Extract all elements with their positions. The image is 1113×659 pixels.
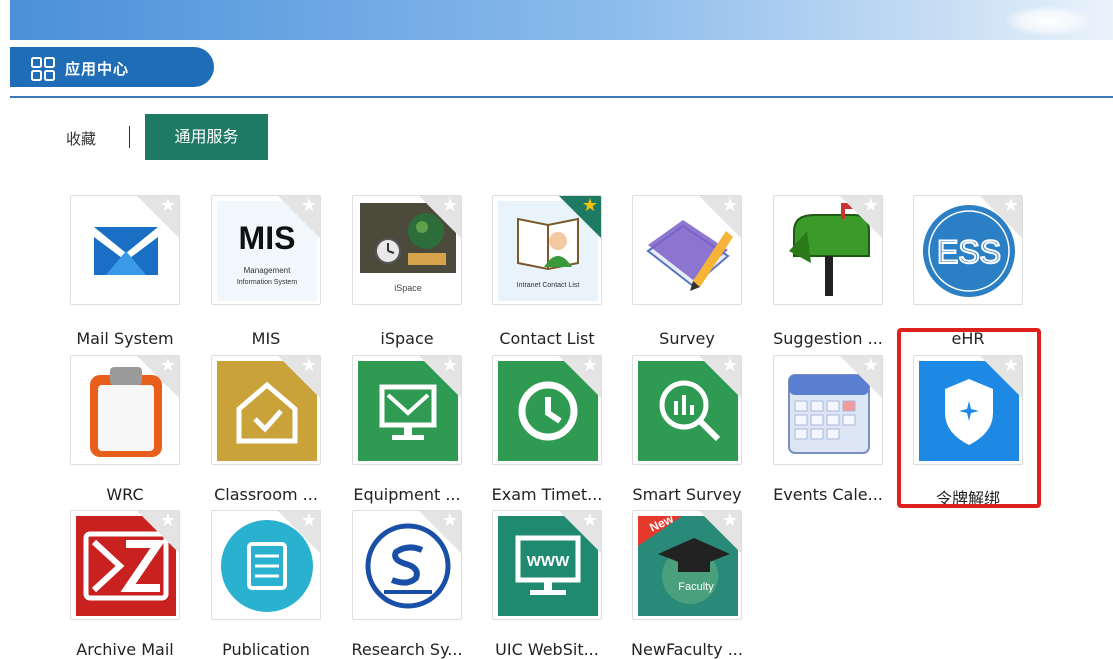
app-card: Intranet Contact List ★ [492, 195, 602, 305]
app-card: ★ [211, 510, 321, 620]
app-card: ★ [70, 355, 180, 465]
svg-text:Intranet Contact List: Intranet Contact List [517, 282, 580, 289]
star-icon[interactable]: ★ [722, 356, 738, 376]
app-tile[interactable]: MIS Management Information System ★ MIS [211, 195, 321, 348]
app-card: Faculty New ★ [632, 510, 742, 620]
app-card: iSpace ★ [352, 195, 462, 305]
app-tile[interactable]: ★ Classroom ... [211, 355, 321, 504]
star-icon[interactable]: ★ [160, 511, 176, 531]
app-card: ★ [492, 355, 602, 465]
tab-favorites[interactable]: 收藏 [66, 128, 96, 149]
app-tile[interactable]: ★ WRC [70, 355, 180, 504]
star-icon[interactable]: ★ [442, 511, 458, 531]
app-tile[interactable]: Faculty New ★ NewFaculty ... [631, 510, 743, 659]
star-icon[interactable]: ★ [301, 511, 317, 531]
star-icon[interactable]: ★ [582, 511, 598, 531]
svg-text:Management: Management [244, 266, 291, 275]
app-card: ★ [632, 195, 742, 305]
cloud-decoration [1003, 6, 1093, 36]
tab-divider [129, 126, 130, 148]
star-icon[interactable]: ★ [722, 196, 738, 216]
app-tile[interactable]: ★ Suggestion ... [773, 195, 883, 348]
app-card: ★ [352, 510, 462, 620]
app-label: NewFaculty ... [631, 640, 743, 659]
grid-icon [31, 57, 55, 81]
star-icon[interactable]: ★ [442, 196, 458, 216]
app-card: ★ [352, 355, 462, 465]
star-icon[interactable]: ★ [582, 196, 598, 216]
app-tile[interactable]: iSpace ★ iSpace [352, 195, 462, 348]
top-banner [10, 0, 1113, 40]
app-tile[interactable]: ★ Exam Timet... [492, 355, 602, 504]
app-tile[interactable]: Intranet Contact List ★ Contact List [492, 195, 602, 348]
app-card: WWW ★ [492, 510, 602, 620]
star-icon[interactable]: ★ [301, 356, 317, 376]
app-card: MIS Management Information System ★ [211, 195, 321, 305]
star-icon[interactable]: ★ [722, 511, 738, 531]
star-icon[interactable]: ★ [160, 356, 176, 376]
app-tile[interactable]: ★ Smart Survey [632, 355, 742, 504]
highlight-box [897, 328, 1041, 508]
star-icon[interactable]: ★ [160, 196, 176, 216]
app-card: ★ [70, 195, 180, 305]
app-tile[interactable]: ESS ★ eHR [913, 195, 1023, 348]
app-tile[interactable]: ★ Archive Mail [70, 510, 180, 659]
tab-general-services[interactable]: 通用服务 [145, 114, 268, 160]
app-card: ★ [773, 195, 883, 305]
app-tile[interactable]: WWW ★ UIC WebSit... [492, 510, 602, 659]
star-icon[interactable]: ★ [582, 356, 598, 376]
star-icon[interactable]: ★ [301, 196, 317, 216]
page-title: 应用中心 [65, 60, 130, 78]
app-tile[interactable]: ★ Research Sy... [351, 510, 463, 659]
star-icon[interactable]: ★ [442, 356, 458, 376]
app-card: ★ [211, 355, 321, 465]
app-card: ESS ★ [913, 195, 1023, 305]
app-tile[interactable]: ★ Mail System [70, 195, 180, 348]
svg-text:ESS: ESS [937, 234, 1001, 270]
svg-text:iSpace: iSpace [394, 283, 422, 293]
app-center-header: 应用中心 [10, 47, 214, 87]
app-tile[interactable]: ★ Survey [632, 195, 742, 348]
app-tile[interactable]: ★ Events Cale... [773, 355, 883, 504]
svg-text:WWW: WWW [527, 553, 570, 570]
svg-text:Information System: Information System [237, 279, 297, 286]
svg-text:Faculty: Faculty [678, 581, 714, 593]
app-card: ★ [632, 355, 742, 465]
app-card: ★ [70, 510, 180, 620]
app-card: ★ [773, 355, 883, 465]
app-tile[interactable]: ★ Equipment ... [352, 355, 462, 504]
header-divider [10, 96, 1113, 98]
star-icon[interactable]: ★ [1003, 196, 1019, 216]
app-tile[interactable]: ★ Publication [211, 510, 321, 659]
star-icon[interactable]: ★ [863, 356, 879, 376]
star-icon[interactable]: ★ [863, 196, 879, 216]
